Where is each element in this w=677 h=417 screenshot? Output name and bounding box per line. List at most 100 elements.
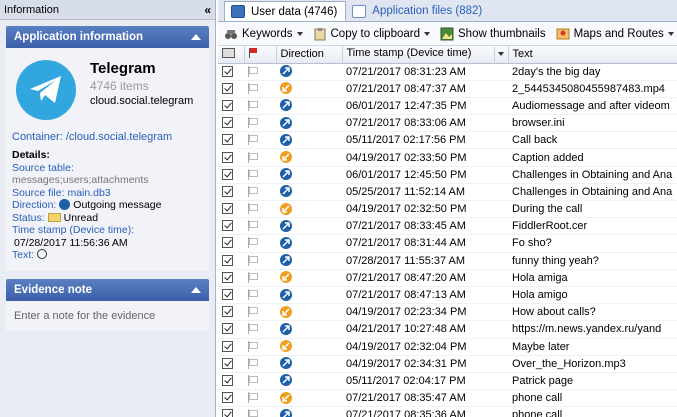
- container-link[interactable]: /cloud.social.telegram: [66, 131, 172, 143]
- table-row[interactable]: 07/21/2017 08:31:44 AM Fo sho?: [218, 234, 677, 253]
- row-checkbox[interactable]: [218, 320, 244, 339]
- checkbox-checked-icon[interactable]: [222, 134, 233, 146]
- row-checkbox[interactable]: [218, 63, 244, 81]
- flag-icon[interactable]: [248, 99, 258, 111]
- row-checkbox[interactable]: [218, 183, 244, 202]
- checkbox-checked-icon[interactable]: [222, 117, 233, 129]
- row-flag[interactable]: [244, 303, 276, 322]
- row-checkbox[interactable]: [218, 200, 244, 219]
- flag-icon[interactable]: [248, 185, 258, 197]
- row-flag[interactable]: [244, 338, 276, 356]
- flag-icon[interactable]: [248, 357, 258, 369]
- row-checkbox[interactable]: [218, 131, 244, 150]
- flag-icon[interactable]: [248, 374, 258, 386]
- flag-icon[interactable]: [248, 392, 258, 404]
- table-row[interactable]: 05/25/2017 11:52:14 AM Challenges in Obta…: [218, 183, 677, 202]
- collapse-arrow-icon[interactable]: [191, 287, 201, 293]
- row-checkbox[interactable]: [218, 406, 244, 417]
- row-flag[interactable]: [244, 63, 276, 81]
- row-flag[interactable]: [244, 320, 276, 339]
- flag-icon[interactable]: [248, 271, 258, 283]
- checkbox-checked-icon[interactable]: [222, 392, 233, 404]
- row-flag[interactable]: [244, 406, 276, 417]
- table-row[interactable]: 06/01/2017 12:47:35 PM Audiomessage and a…: [218, 97, 677, 116]
- table-row[interactable]: 07/21/2017 08:47:20 AM Hola amiga: [218, 269, 677, 287]
- checkbox-checked-icon[interactable]: [222, 65, 233, 77]
- row-checkbox[interactable]: [218, 355, 244, 373]
- checkbox-checked-icon[interactable]: [222, 185, 233, 197]
- show-thumbnails-button[interactable]: Show thumbnails: [440, 27, 546, 41]
- checkbox-checked-icon[interactable]: [222, 237, 233, 249]
- flag-icon[interactable]: [248, 289, 258, 301]
- flag-icon[interactable]: [248, 306, 258, 318]
- checkbox-checked-icon[interactable]: [222, 203, 233, 215]
- maps-and-routes-button[interactable]: Maps and Routes: [556, 27, 674, 41]
- row-checkbox[interactable]: [218, 97, 244, 116]
- row-flag[interactable]: [244, 286, 276, 305]
- checkbox-checked-icon[interactable]: [222, 374, 233, 386]
- row-checkbox[interactable]: [218, 234, 244, 253]
- row-checkbox[interactable]: [218, 286, 244, 305]
- row-flag[interactable]: [244, 252, 276, 270]
- flag-icon[interactable]: [248, 117, 258, 129]
- table-row[interactable]: 07/28/2017 11:55:37 AM funny thing yeah?: [218, 252, 677, 270]
- row-flag[interactable]: [244, 97, 276, 116]
- row-flag[interactable]: [244, 355, 276, 373]
- table-row[interactable]: 04/19/2017 02:32:50 PM During the call: [218, 200, 677, 219]
- flag-icon[interactable]: [248, 409, 258, 417]
- row-flag[interactable]: [244, 166, 276, 184]
- flag-icon[interactable]: [248, 340, 258, 352]
- row-checkbox[interactable]: [218, 252, 244, 270]
- collapse-pane-icon[interactable]: «: [204, 3, 211, 17]
- row-flag[interactable]: [244, 200, 276, 219]
- row-flag[interactable]: [244, 183, 276, 202]
- flag-icon[interactable]: [248, 254, 258, 266]
- row-checkbox[interactable]: [218, 80, 244, 98]
- checkbox-checked-icon[interactable]: [222, 220, 233, 232]
- table-row[interactable]: 06/01/2017 12:45:50 PM Challenges in Obta…: [218, 166, 677, 184]
- checkbox-checked-icon[interactable]: [222, 357, 233, 369]
- row-flag[interactable]: [244, 131, 276, 150]
- checkbox-checked-icon[interactable]: [222, 82, 233, 94]
- checkbox-checked-icon[interactable]: [222, 289, 233, 301]
- direction-column-header[interactable]: Direction: [276, 46, 343, 64]
- row-checkbox[interactable]: [218, 217, 244, 236]
- flag-icon[interactable]: [248, 220, 258, 232]
- row-flag[interactable]: [244, 269, 276, 287]
- row-checkbox[interactable]: [218, 389, 244, 408]
- table-row[interactable]: 07/21/2017 08:47:13 AM Hola amigo: [218, 286, 677, 305]
- row-checkbox[interactable]: [218, 372, 244, 391]
- column-filter-dropdown-icon[interactable]: [493, 46, 508, 62]
- row-checkbox[interactable]: [218, 166, 244, 184]
- flag-icon[interactable]: [248, 323, 258, 335]
- table-row[interactable]: 04/19/2017 02:32:04 PM Maybe later: [218, 338, 677, 356]
- evidence-note-input[interactable]: Enter a note for the evidence: [6, 301, 209, 331]
- checkbox-checked-icon[interactable]: [222, 340, 233, 352]
- table-row[interactable]: 07/21/2017 08:31:23 AM 2day's the big day: [218, 63, 677, 81]
- row-flag[interactable]: [244, 114, 276, 133]
- row-checkbox[interactable]: [218, 114, 244, 133]
- flag-icon[interactable]: [248, 237, 258, 249]
- tab-application-files[interactable]: Application files (882): [346, 1, 490, 21]
- flag-icon[interactable]: [248, 134, 258, 146]
- table-row[interactable]: 04/21/2017 10:27:48 AM https://m.news.yan…: [218, 320, 677, 339]
- checkbox-checked-icon[interactable]: [222, 306, 233, 318]
- table-row[interactable]: 05/11/2017 02:17:56 PM Call back: [218, 131, 677, 150]
- checkbox-checked-icon[interactable]: [222, 254, 233, 266]
- table-row[interactable]: 04/19/2017 02:33:50 PM Caption added: [218, 148, 677, 167]
- checkbox-checked-icon[interactable]: [222, 151, 233, 163]
- row-flag[interactable]: [244, 372, 276, 391]
- row-checkbox[interactable]: [218, 303, 244, 322]
- row-checkbox[interactable]: [218, 338, 244, 356]
- table-row[interactable]: 04/19/2017 02:23:34 PM How about calls?: [218, 303, 677, 322]
- table-row[interactable]: 07/21/2017 08:47:37 AM 2_5445345080455987…: [218, 80, 677, 98]
- row-flag[interactable]: [244, 217, 276, 236]
- keywords-button[interactable]: Keywords: [224, 27, 303, 41]
- checkbox-checked-icon[interactable]: [222, 168, 233, 180]
- row-flag[interactable]: [244, 148, 276, 167]
- table-row[interactable]: 07/21/2017 08:35:36 AM phone call: [218, 406, 677, 417]
- flag-icon[interactable]: [248, 151, 258, 163]
- flag-icon[interactable]: [248, 203, 258, 215]
- source-file-link[interactable]: main.db3: [67, 187, 110, 199]
- table-row[interactable]: 05/11/2017 02:04:17 PM Patrick page: [218, 372, 677, 391]
